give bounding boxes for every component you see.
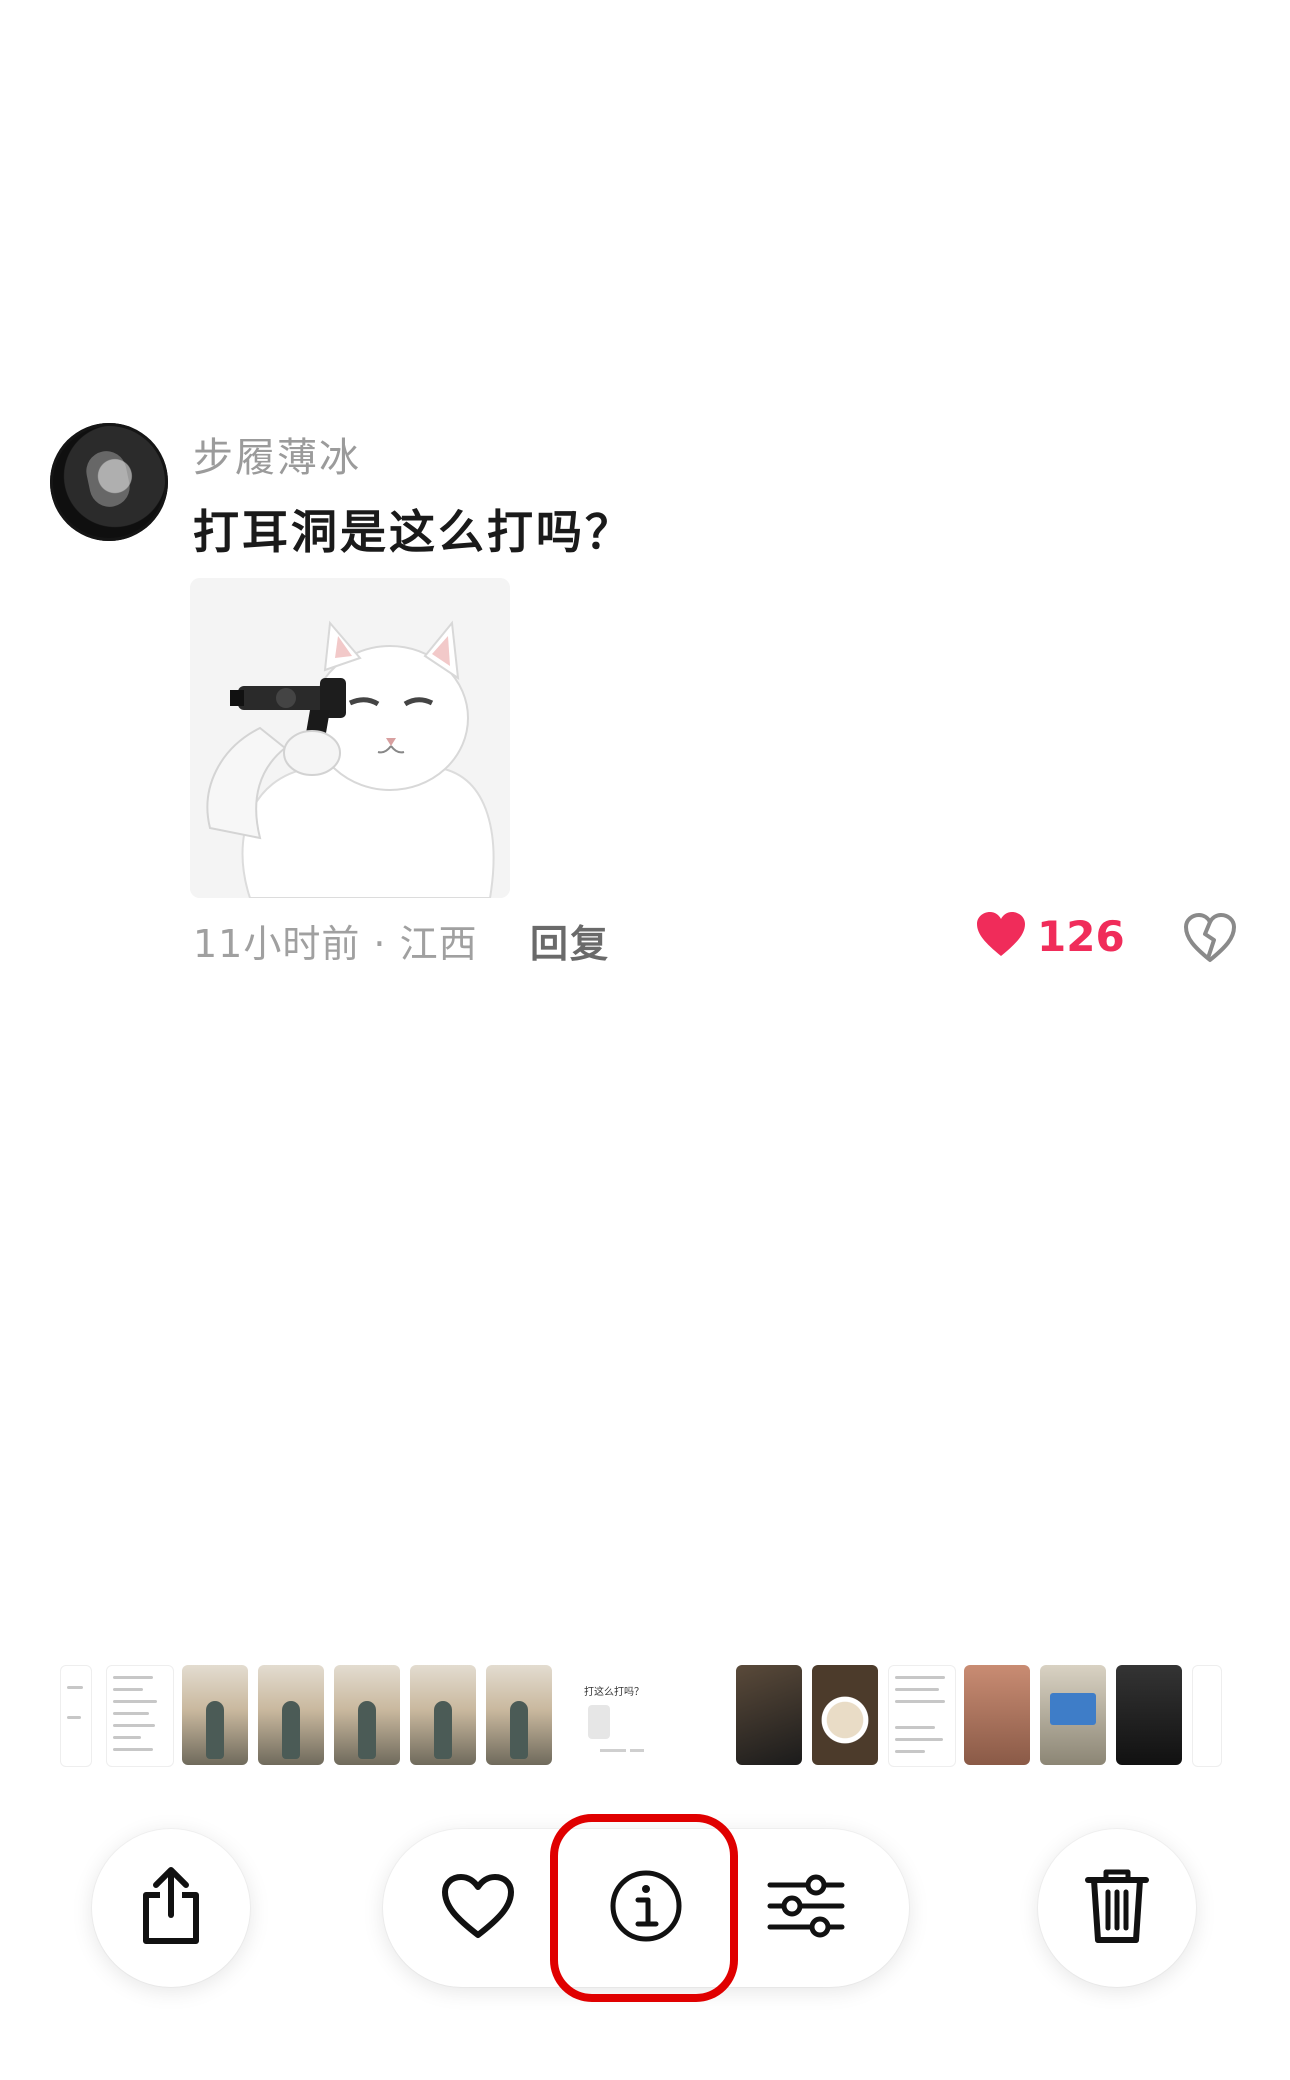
adjust-button[interactable] <box>731 1829 881 1987</box>
share-icon <box>136 1865 206 1951</box>
current-thumbnail-text: 打这么打吗？ <box>584 1687 644 1698</box>
delete-button[interactable] <box>1038 1829 1196 1987</box>
thumbnail[interactable] <box>258 1665 324 1765</box>
thumbnail[interactable] <box>736 1665 802 1765</box>
avatar[interactable] <box>50 423 168 541</box>
thumbnail-strip[interactable]: 打这么打吗？ <box>60 1665 1230 1767</box>
thumbnail[interactable] <box>334 1665 400 1765</box>
thumbnail[interactable] <box>888 1665 956 1767</box>
thumbnail[interactable] <box>1040 1665 1106 1765</box>
thumbnail[interactable] <box>106 1665 174 1767</box>
thumbnail[interactable] <box>812 1665 878 1765</box>
broken-heart-icon[interactable] <box>1183 912 1237 968</box>
heart-filled-icon <box>975 910 1027 962</box>
thumbnail[interactable] <box>182 1665 248 1765</box>
heart-outline-icon <box>440 1872 516 1944</box>
thumbnail[interactable] <box>60 1665 92 1767</box>
share-button[interactable] <box>92 1829 250 1987</box>
trash-icon <box>1084 1866 1150 1950</box>
info-button-highlight <box>550 1814 738 2002</box>
current-thumbnail[interactable]: 打这么打吗？ <box>582 1665 682 1765</box>
thumbnail[interactable] <box>410 1665 476 1765</box>
thumbnail[interactable] <box>486 1665 552 1765</box>
thumbnail[interactable] <box>1116 1665 1182 1765</box>
reply-button[interactable]: 回复 <box>530 913 610 968</box>
like-count: 126 <box>1037 911 1125 961</box>
username[interactable]: 步履薄冰 <box>193 425 361 483</box>
comment-text: 打耳洞是这么打吗？ <box>193 505 634 559</box>
comment-meta: 11小时前 · 江西 <box>193 922 478 966</box>
like-button[interactable]: 126 <box>975 910 1125 962</box>
sliders-icon <box>766 1873 846 1943</box>
thumbnail[interactable] <box>964 1665 1030 1765</box>
thumbnail[interactable] <box>1192 1665 1222 1767</box>
favorite-button[interactable] <box>403 1829 553 1987</box>
cat-gun-sticker-image[interactable] <box>190 578 510 898</box>
